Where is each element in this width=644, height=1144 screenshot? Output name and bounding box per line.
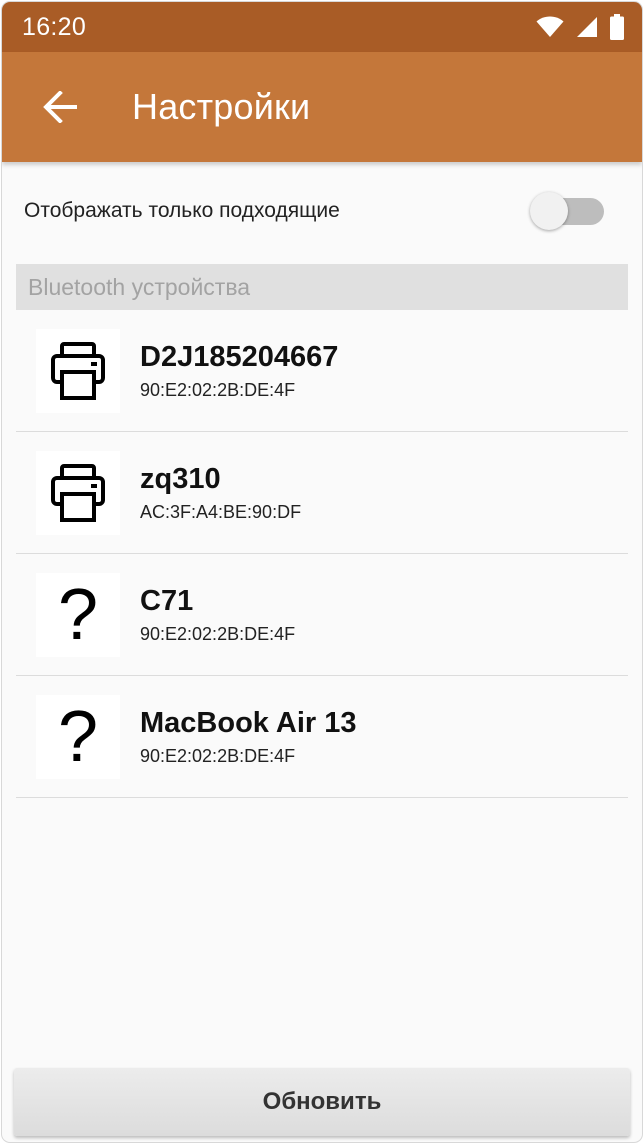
switch-thumb: [530, 192, 568, 230]
device-icon-box: ?: [36, 572, 120, 657]
device-name: D2J185204667: [140, 341, 339, 373]
device-list: D2J185204667 90:E2:02:2B:DE:4F zq310 AC:…: [16, 310, 628, 798]
device-icon-box: [36, 450, 120, 535]
section-header: Bluetooth устройства: [16, 264, 628, 310]
back-button[interactable]: [24, 71, 96, 143]
device-text: zq310 AC:3F:A4:BE:90:DF: [140, 462, 301, 523]
device-mac-address: 90:E2:02:2B:DE:4F: [140, 624, 296, 644]
device-item[interactable]: zq310 AC:3F:A4:BE:90:DF: [16, 432, 628, 554]
status-icons: [536, 14, 624, 40]
device-name: zq310: [140, 463, 221, 495]
app-window: 16:20 Настройки Отображать только подход…: [2, 2, 642, 1142]
device-item[interactable]: ? C71 90:E2:02:2B:DE:4F: [16, 554, 628, 676]
filter-row: Отображать только подходящие: [2, 162, 642, 260]
device-item[interactable]: D2J185204667 90:E2:02:2B:DE:4F: [16, 310, 628, 432]
app-bar: Настройки: [2, 52, 642, 162]
printer-icon: [51, 463, 105, 522]
device-icon-box: ?: [36, 694, 120, 779]
printer-icon: [51, 341, 105, 400]
battery-icon: [610, 14, 624, 40]
device-mac-address: AC:3F:A4:BE:90:DF: [140, 502, 302, 522]
question-mark-icon: ?: [57, 574, 99, 655]
status-bar: 16:20: [2, 2, 642, 52]
refresh-button[interactable]: Обновить: [14, 1068, 630, 1136]
wifi-icon: [536, 16, 564, 38]
device-name: MacBook Air 13: [140, 707, 357, 739]
device-mac-address: 90:E2:02:2B:DE:4F: [140, 380, 296, 400]
device-name: C71: [140, 585, 194, 617]
filter-label: Отображать только подходящие: [24, 199, 340, 222]
arrow-back-icon: [43, 91, 77, 123]
device-text: D2J185204667 90:E2:02:2B:DE:4F: [140, 340, 338, 401]
device-text: C71 90:E2:02:2B:DE:4F: [140, 584, 295, 645]
device-mac-address: 90:E2:02:2B:DE:4F: [140, 746, 296, 766]
device-item[interactable]: ? MacBook Air 13 90:E2:02:2B:DE:4F: [16, 676, 628, 798]
page-title: Настройки: [132, 86, 311, 127]
device-text: MacBook Air 13 90:E2:02:2B:DE:4F: [140, 706, 357, 767]
status-time: 16:20: [22, 12, 87, 41]
question-mark-icon: ?: [57, 696, 99, 777]
device-icon-box: [36, 328, 120, 413]
cellular-signal-icon: [576, 16, 598, 38]
show-matching-only-switch[interactable]: [530, 191, 606, 231]
